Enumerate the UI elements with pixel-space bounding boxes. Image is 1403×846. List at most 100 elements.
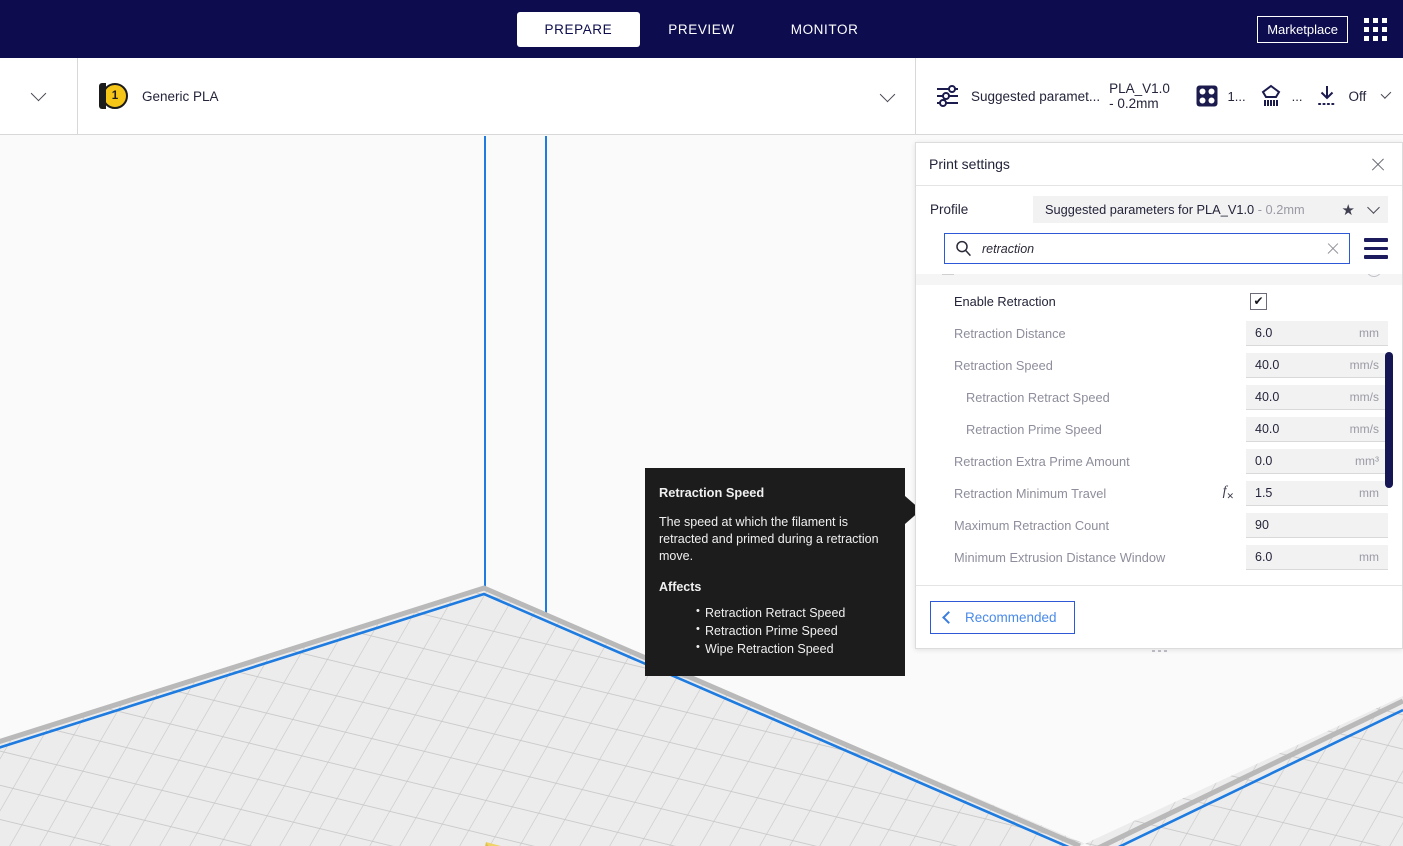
tooltip-affects-list: Retraction Retract Speed Retraction Prim…: [659, 604, 889, 658]
chevron-down-icon: [879, 86, 896, 102]
setting-row-retraction-distance[interactable]: Retraction Distance 6.0 mm: [916, 317, 1402, 349]
travel-icon: [942, 274, 954, 275]
page-title: Print settings: [929, 156, 1010, 172]
setting-value-field[interactable]: 0.0 mm³: [1246, 448, 1388, 474]
category-label: Travel: [960, 274, 1366, 277]
cura-application-window: PREPARE PREVIEW MONITOR Marketplace 1 Ge…: [0, 0, 1403, 846]
adhesion-value-label: Off: [1348, 88, 1367, 104]
setting-label: Maximum Retraction Count: [954, 517, 1110, 533]
setting-value: 40.0: [1255, 389, 1280, 404]
setting-label: Retraction Speed: [954, 357, 1053, 373]
apps-grid-icon[interactable]: [1364, 17, 1387, 41]
material-name-label: Generic PLA: [142, 88, 219, 104]
setting-row-retraction-retract-speed[interactable]: Retraction Retract Speed 40.0 mm/s: [916, 381, 1402, 413]
stage-tabs: PREPARE PREVIEW MONITOR: [516, 11, 887, 47]
setting-value-field[interactable]: 40.0 mm/s: [1246, 384, 1388, 410]
formula-fx-icon[interactable]: f✕: [1223, 484, 1234, 502]
setting-label: Retraction Extra Prime Amount: [954, 453, 1130, 469]
setting-tooltip: Retraction Speed The speed at which the …: [645, 468, 921, 677]
search-box[interactable]: [944, 233, 1350, 264]
setting-label: Retraction Prime Speed: [966, 421, 1102, 437]
main-navigation-bar: PREPARE PREVIEW MONITOR Marketplace: [0, 0, 1403, 58]
support-value-label: ...: [1291, 88, 1303, 104]
clear-search-icon[interactable]: [1325, 241, 1341, 257]
chevron-left-icon: [942, 610, 955, 624]
setting-label: Retraction Minimum Travel: [954, 485, 1107, 501]
profile-value-suffix: - 0.2mm: [1254, 202, 1305, 217]
setting-row-retraction-prime-speed[interactable]: Retraction Prime Speed 40.0 mm/s: [916, 413, 1402, 445]
print-settings-profile-label: Suggested paramet...: [971, 88, 1101, 104]
panel-footer: Recommended: [916, 586, 1402, 652]
setting-unit: mm: [1359, 485, 1379, 500]
tab-prepare[interactable]: PREPARE: [516, 11, 641, 47]
close-icon[interactable]: [1368, 154, 1388, 174]
drag-handle-icon[interactable]: [916, 646, 1402, 656]
hamburger-menu-icon[interactable]: [1364, 238, 1388, 259]
setting-row-retraction-minimum-travel[interactable]: Retraction Minimum Travel f✕ 1.5 mm: [916, 477, 1402, 509]
adhesion-icon: [1318, 86, 1337, 105]
profile-value: Suggested parameters for PLA_V1.0 - 0.2m…: [1045, 202, 1342, 217]
setting-value: 40.0: [1255, 421, 1280, 436]
tooltip-affects-label: Affects: [659, 579, 702, 594]
setting-label: Enable Retraction: [954, 293, 1056, 309]
search-icon: [956, 240, 971, 257]
chevron-down-icon: [1367, 200, 1380, 214]
reset-icon[interactable]: [1366, 274, 1382, 277]
setting-value-field[interactable]: 1.5 mm: [1246, 480, 1388, 506]
search-row: [916, 231, 1402, 264]
configuration-toolbar: 1 Generic PLA Suggested paramet... PLA_V…: [0, 58, 1403, 135]
material-selector[interactable]: 1 Generic PLA: [78, 58, 915, 134]
category-row-travel[interactable]: Travel: [916, 274, 1402, 285]
list-item: Retraction Prime Speed: [696, 622, 889, 640]
settings-list[interactable]: Travel Enable Retraction ✔ Retraction Di…: [916, 274, 1402, 585]
list-item: Wipe Retraction Speed: [696, 640, 889, 658]
setting-unit: mm/s: [1349, 389, 1379, 404]
setting-unit: mm/s: [1349, 421, 1379, 436]
setting-label: Retraction Distance: [954, 325, 1066, 341]
setting-value: 90: [1255, 517, 1269, 532]
chevron-down-icon: [1380, 88, 1392, 99]
setting-checkbox-cell: ✔: [1246, 292, 1388, 310]
setting-value: 1.5: [1255, 485, 1273, 500]
panel-header: Print settings: [916, 143, 1402, 186]
setting-row-retraction-speed[interactable]: Retraction Speed 40.0 mm/s: [916, 349, 1402, 381]
settings-scrollbar-thumb[interactable]: [1385, 352, 1393, 488]
settings-scrollbar-track[interactable]: [1385, 274, 1393, 585]
recommended-mode-button[interactable]: Recommended: [930, 600, 1075, 634]
enable-retraction-checkbox[interactable]: ✔: [1250, 292, 1267, 310]
star-icon[interactable]: ★: [1342, 201, 1355, 219]
tab-monitor[interactable]: MONITOR: [763, 12, 887, 47]
support-icon: [1261, 84, 1280, 106]
machine-selector-button[interactable]: [0, 58, 78, 134]
search-input[interactable]: [982, 241, 1315, 256]
setting-value: 6.0: [1255, 549, 1273, 564]
setting-value: 40.0: [1255, 357, 1280, 372]
profile-dropdown[interactable]: Suggested parameters for PLA_V1.0 - 0.2m…: [1033, 196, 1388, 223]
marketplace-button[interactable]: Marketplace: [1257, 15, 1348, 43]
setting-row-enable-retraction[interactable]: Enable Retraction ✔: [916, 285, 1402, 317]
setting-row-maximum-retraction-count[interactable]: Maximum Retraction Count 90: [916, 509, 1402, 541]
setting-value-field[interactable]: 90: [1246, 512, 1388, 538]
setting-value-field[interactable]: 6.0 mm: [1246, 544, 1388, 570]
setting-value-field[interactable]: 40.0 mm/s: [1246, 416, 1388, 442]
sliders-icon: [937, 85, 958, 107]
settings-list-clip: Travel Enable Retraction ✔ Retraction Di…: [916, 274, 1402, 585]
profile-value-text: Suggested parameters for PLA_V1.0: [1045, 202, 1255, 217]
tooltip-title: Retraction Speed: [659, 485, 765, 500]
tab-preview[interactable]: PREVIEW: [640, 12, 762, 47]
setting-row-retraction-extra-prime-amount[interactable]: Retraction Extra Prime Amount 0.0 mm³: [916, 445, 1402, 477]
infill-value-label: 1...: [1227, 88, 1246, 104]
setting-label: Retraction Retract Speed: [966, 389, 1110, 405]
setting-value: 6.0: [1255, 325, 1273, 340]
print-settings-quality-label: PLA_V1.0 - 0.2mm: [1109, 81, 1170, 111]
recommended-label: Recommended: [965, 609, 1057, 625]
profile-label: Profile: [930, 202, 969, 217]
navigation-right-actions: Marketplace: [1257, 0, 1387, 58]
setting-value-field[interactable]: 6.0 mm: [1246, 320, 1388, 346]
profile-row: Profile Suggested parameters for PLA_V1.…: [916, 186, 1402, 231]
setting-row-minimum-extrusion-distance-window[interactable]: Minimum Extrusion Distance Window 6.0 mm: [916, 541, 1402, 573]
list-item: Retraction Retract Speed: [696, 604, 889, 622]
setting-value-field[interactable]: 40.0 mm/s: [1246, 352, 1388, 378]
print-settings-panel: Print settings Profile Suggested paramet…: [915, 142, 1403, 652]
print-settings-selector[interactable]: Suggested paramet... PLA_V1.0 - 0.2mm 1.…: [915, 58, 1403, 134]
